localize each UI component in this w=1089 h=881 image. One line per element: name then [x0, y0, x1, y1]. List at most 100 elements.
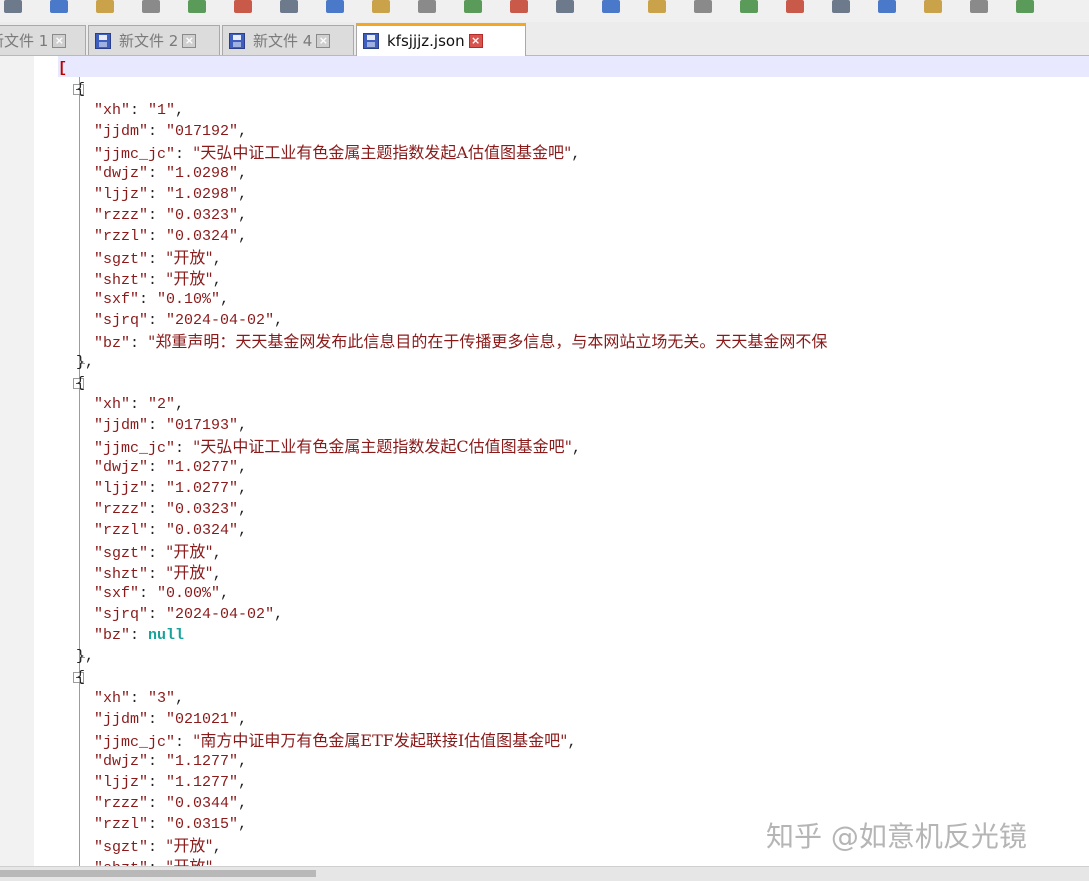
code-line[interactable]: "shzt": "开放",: [58, 268, 827, 289]
json-comma: ,: [238, 795, 248, 812]
code-line[interactable]: },: [58, 352, 827, 373]
tab-bar: 新文件 1 × 新文件 2 × 新文件 4 × kfsjjjz.json ×: [0, 22, 1089, 56]
json-key: "rzzz": [94, 501, 149, 518]
code-line[interactable]: "jjdm": "017192",: [58, 121, 827, 142]
code-line[interactable]: "xh": "2",: [58, 394, 827, 415]
function-list-icon[interactable]: [832, 0, 850, 13]
code-line[interactable]: "bz": null: [58, 625, 827, 646]
fold-margin[interactable]: [34, 56, 85, 866]
json-key: "ljjz": [94, 480, 149, 497]
code-line[interactable]: "sxf": "0.10%",: [58, 289, 827, 310]
cut-icon[interactable]: [188, 0, 206, 13]
json-comma: ,: [274, 312, 284, 329]
zoom-out-icon[interactable]: [556, 0, 574, 13]
code-line[interactable]: "rzzz": "0.0323",: [58, 499, 827, 520]
json-comma: ,: [238, 774, 248, 791]
undo-icon[interactable]: [326, 0, 344, 13]
json-value: "3": [148, 690, 176, 707]
code-line[interactable]: {: [58, 667, 827, 688]
json-key: "sjrq": [94, 606, 149, 623]
json-comma: ,: [274, 606, 284, 623]
code-line[interactable]: {: [58, 373, 827, 394]
sync-scroll-icon[interactable]: [602, 0, 620, 13]
close-icon[interactable]: ×: [52, 33, 67, 48]
code-line[interactable]: "bz": "郑重声明：天天基金网发布此信息目的在于传播更多信息，与本网站立场无…: [58, 331, 827, 352]
code-line[interactable]: "jjmc_jc": "天弘中证工业有色金属主题指数发起A估值图基金吧",: [58, 142, 827, 163]
indent-guide-icon[interactable]: [694, 0, 712, 13]
play-macro-icon[interactable]: [970, 0, 988, 13]
watermark: 知乎 @如意机反光镜: [766, 820, 1027, 853]
tab-new-file-2[interactable]: 新文件 2 ×: [88, 25, 220, 55]
redo-icon[interactable]: [372, 0, 390, 13]
code-line[interactable]: "sgzt": "开放",: [58, 247, 827, 268]
code-line[interactable]: "xh": "1",: [58, 100, 827, 121]
code-line[interactable]: "shzt": "开放",: [58, 562, 827, 583]
json-comma: ,: [238, 480, 248, 497]
code-line[interactable]: {: [58, 79, 827, 100]
code-line[interactable]: "ljjz": "1.0298",: [58, 184, 827, 205]
copy-icon[interactable]: [234, 0, 252, 13]
close-all-icon[interactable]: [96, 0, 114, 13]
code-area[interactable]: [ { "xh": "1", "jjdm": "017192", "jjmc_j…: [58, 58, 827, 866]
wrap-icon[interactable]: [648, 0, 666, 13]
code-line[interactable]: "jjmc_jc": "南方中证申万有色金属ETF发起联接I估值图基金吧",: [58, 730, 827, 751]
zoom-in-icon[interactable]: [510, 0, 528, 13]
code-line[interactable]: "jjmc_jc": "天弘中证工业有色金属主题指数发起C估值图基金吧",: [58, 436, 827, 457]
code-line[interactable]: "rzzl": "0.0315",: [58, 814, 827, 835]
tab-label: kfsjjjz.json: [387, 32, 465, 50]
code-line[interactable]: "rzzz": "0.0344",: [58, 793, 827, 814]
code-line[interactable]: "sxf": "0.00%",: [58, 583, 827, 604]
json-value: "1.0277": [166, 480, 239, 497]
code-line[interactable]: "ljjz": "1.1277",: [58, 772, 827, 793]
json-value: "1": [148, 102, 176, 119]
json-value: "021021": [166, 711, 239, 728]
close-icon[interactable]: [50, 0, 68, 13]
json-key: "xh": [94, 102, 131, 119]
record-macro-icon[interactable]: [878, 0, 896, 13]
close-icon[interactable]: ×: [468, 34, 483, 48]
doc-map-icon[interactable]: [786, 0, 804, 13]
all-chars-icon[interactable]: [740, 0, 758, 13]
tab-new-file-1[interactable]: 新文件 1 ×: [0, 25, 86, 55]
json-key: "dwjz": [94, 165, 149, 182]
json-value: "0.0323": [166, 501, 239, 518]
code-line[interactable]: "rzzl": "0.0324",: [58, 520, 827, 541]
print-icon[interactable]: [142, 0, 160, 13]
json-comma: ,: [212, 566, 222, 583]
json-comma: ,: [238, 186, 248, 203]
code-line[interactable]: "jjdm": "021021",: [58, 709, 827, 730]
close-icon[interactable]: ×: [182, 33, 197, 48]
replace-icon[interactable]: [464, 0, 482, 13]
find-icon[interactable]: [418, 0, 436, 13]
code-line[interactable]: },: [58, 646, 827, 667]
code-line[interactable]: "dwjz": "1.0277",: [58, 457, 827, 478]
json-key: "sxf": [94, 585, 140, 602]
horizontal-scrollbar[interactable]: [0, 866, 1089, 881]
paste-icon[interactable]: [280, 0, 298, 13]
code-line[interactable]: "xh": "3",: [58, 688, 827, 709]
code-line[interactable]: "jjdm": "017193",: [58, 415, 827, 436]
tab-kfsjjjz-json[interactable]: kfsjjjz.json ×: [356, 23, 526, 56]
code-line[interactable]: "shzt": "开放",: [58, 856, 827, 866]
stop-macro-icon[interactable]: [924, 0, 942, 13]
code-line[interactable]: "sjrq": "2024-04-02",: [58, 604, 827, 625]
save-all-icon[interactable]: [4, 0, 22, 13]
tab-new-file-4[interactable]: 新文件 4 ×: [222, 25, 354, 55]
json-brace: {: [76, 81, 86, 98]
save-macro-icon[interactable]: [1016, 0, 1034, 13]
json-comma: ,: [238, 753, 248, 770]
code-line[interactable]: "dwjz": "1.1277",: [58, 751, 827, 772]
code-line[interactable]: "sgzt": "开放",: [58, 835, 827, 856]
json-value: "开放": [166, 857, 213, 866]
code-line[interactable]: "ljjz": "1.0277",: [58, 478, 827, 499]
code-line[interactable]: [: [58, 58, 827, 79]
code-line[interactable]: "rzzl": "0.0324",: [58, 226, 827, 247]
scrollbar-thumb[interactable]: [0, 870, 316, 877]
editor[interactable]: [ { "xh": "1", "jjdm": "017192", "jjmc_j…: [0, 56, 1089, 866]
code-line[interactable]: "sgzt": "开放",: [58, 541, 827, 562]
json-key: "xh": [94, 396, 131, 413]
code-line[interactable]: "rzzz": "0.0323",: [58, 205, 827, 226]
code-line[interactable]: "dwjz": "1.0298",: [58, 163, 827, 184]
close-icon[interactable]: ×: [316, 33, 331, 48]
code-line[interactable]: "sjrq": "2024-04-02",: [58, 310, 827, 331]
